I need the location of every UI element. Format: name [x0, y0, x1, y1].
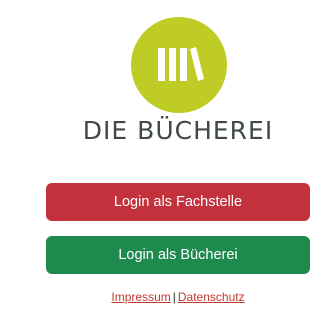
login-buecherei-button[interactable]: Login als Bücherei — [46, 236, 310, 274]
datenschutz-link[interactable]: Datenschutz — [178, 290, 245, 304]
brand-title: DIE BÜCHEREI — [82, 116, 274, 145]
login-page: DIE BÜCHEREI Login als Fachstelle Login … — [0, 0, 336, 336]
books-icon — [131, 17, 227, 113]
login-fachstelle-button[interactable]: Login als Fachstelle — [46, 183, 310, 221]
impressum-link[interactable]: Impressum — [111, 290, 170, 304]
footer-separator: | — [172, 290, 176, 304]
logo — [131, 17, 227, 113]
footer-links: Impressum | Datenschutz — [0, 290, 336, 304]
